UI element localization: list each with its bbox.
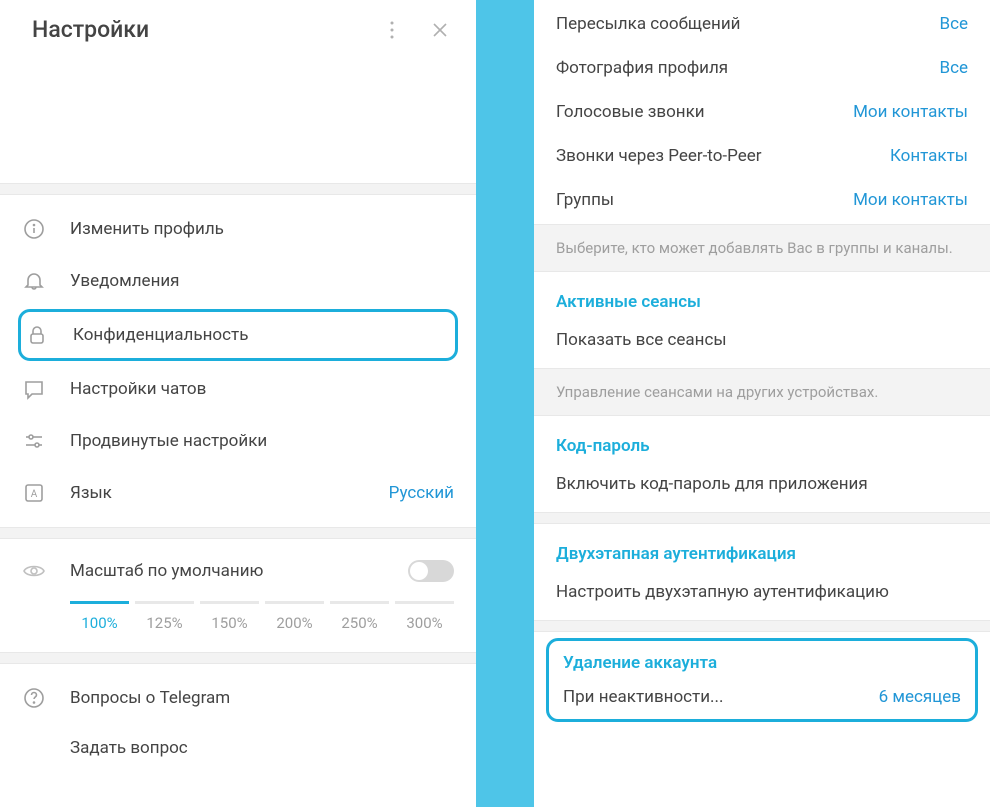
row-value: Контакты	[890, 146, 968, 166]
menu-label: Изменить профиль	[58, 219, 454, 239]
scale-row: Масштаб по умолчанию	[0, 539, 476, 601]
scale-option[interactable]: 250%	[330, 614, 389, 632]
menu-ask-question[interactable]: Задать вопрос	[0, 724, 476, 772]
scale-bar	[135, 601, 194, 604]
menu-advanced[interactable]: Продвинутые настройки	[0, 415, 476, 467]
sessions-hint: Управление сеансами на других устройства…	[534, 368, 990, 416]
privacy-forwarding[interactable]: Пересылка сообщений Все	[534, 2, 990, 46]
divider	[0, 527, 476, 539]
lock-icon	[25, 323, 61, 347]
settings-title: Настройки	[32, 16, 380, 43]
menu-language[interactable]: A Язык Русский	[0, 467, 476, 519]
two-step-header: Двухэтапная аутентификация	[534, 524, 990, 572]
settings-header: Настройки	[0, 0, 476, 59]
privacy-profile-photo[interactable]: Фотография профиля Все	[534, 46, 990, 90]
setup-two-step[interactable]: Настроить двухэтапную аутентификацию	[534, 572, 990, 620]
privacy-voice-calls[interactable]: Голосовые звонки Мои контакты	[534, 90, 990, 134]
svg-text:A: A	[31, 489, 38, 500]
scale-bar	[395, 601, 454, 604]
scale-toggle[interactable]	[408, 560, 454, 582]
menu-label: Конфиденциальность	[61, 325, 451, 345]
passcode-header: Код-пароль	[534, 416, 990, 464]
scale-bar	[200, 601, 259, 604]
scale-bar	[330, 601, 389, 604]
settings-menu: Изменить профиль Уведомления Конфиденциа…	[0, 195, 476, 527]
sessions-section: Активные сеансы Показать все сеансы	[534, 272, 990, 368]
language-value: Русский	[389, 483, 454, 503]
info-icon	[22, 217, 58, 241]
eye-icon	[22, 559, 58, 583]
groups-hint: Выберите, кто может добавлять Вас в груп…	[534, 224, 990, 272]
bell-icon	[22, 269, 58, 293]
chat-icon	[22, 377, 58, 401]
help-icon	[22, 686, 58, 710]
row-label: Фотография профиля	[556, 58, 939, 78]
menu-privacy[interactable]: Конфиденциальность	[18, 309, 458, 361]
menu-label: Уведомления	[58, 271, 454, 291]
scale-option[interactable]: 200%	[265, 614, 324, 632]
more-icon[interactable]	[380, 18, 404, 42]
menu-notifications[interactable]: Уведомления	[0, 255, 476, 307]
close-icon[interactable]	[428, 18, 452, 42]
show-all-sessions[interactable]: Показать все сеансы	[534, 320, 990, 368]
two-step-section: Двухэтапная аутентификация Настроить дву…	[534, 524, 990, 620]
privacy-list: Пересылка сообщений Все Фотография профи…	[534, 0, 990, 224]
menu-label: Настройки чатов	[58, 379, 454, 399]
divider	[0, 183, 476, 195]
row-label: Звонки через Peer-to-Peer	[556, 146, 890, 166]
sliders-icon	[22, 429, 58, 453]
row-label: Группы	[556, 190, 853, 210]
row-value: Все	[939, 14, 968, 34]
sessions-header: Активные сеансы	[534, 272, 990, 320]
row-value: Мои контакты	[853, 102, 968, 122]
profile-area	[0, 59, 476, 183]
privacy-groups[interactable]: Группы Мои контакты	[534, 178, 990, 222]
row-value: Мои контакты	[853, 190, 968, 210]
row-label: Пересылка сообщений	[556, 14, 939, 34]
scale-option[interactable]: 150%	[200, 614, 259, 632]
header-actions	[380, 18, 452, 42]
delete-account-header: Удаление аккаунта	[549, 641, 975, 677]
settings-panel: Настройки Изменить профиль Уведомления	[0, 0, 476, 807]
delete-account-section: Удаление аккаунта При неактивности... 6 …	[546, 638, 978, 722]
scale-section: Масштаб по умолчанию 100% 125% 150% 200%…	[0, 539, 476, 652]
scale-bar	[265, 601, 324, 604]
row-label: Голосовые звонки	[556, 102, 853, 122]
language-icon: A	[22, 481, 58, 505]
row-label: При неактивности...	[563, 687, 879, 707]
menu-label: Вопросы о Telegram	[58, 688, 454, 708]
enable-passcode[interactable]: Включить код-пароль для приложения	[534, 464, 990, 512]
scale-option[interactable]: 300%	[395, 614, 454, 632]
scale-bars[interactable]	[0, 601, 476, 604]
passcode-section: Код-пароль Включить код-пароль для прило…	[534, 416, 990, 512]
menu-label: Продвинутые настройки	[58, 431, 454, 451]
menu-faq[interactable]: Вопросы о Telegram	[0, 672, 476, 724]
menu-label: Задать вопрос	[58, 738, 454, 758]
help-section: Вопросы о Telegram Задать вопрос	[0, 664, 476, 780]
menu-chat-settings[interactable]: Настройки чатов	[0, 363, 476, 415]
scale-options: 100% 125% 150% 200% 250% 300%	[0, 604, 476, 652]
row-value: 6 месяцев	[879, 687, 961, 707]
delete-inactive-row[interactable]: При неактивности... 6 месяцев	[549, 677, 975, 713]
menu-edit-profile[interactable]: Изменить профиль	[0, 203, 476, 255]
divider	[534, 620, 990, 632]
scale-option[interactable]: 100%	[70, 614, 129, 632]
menu-label: Язык	[58, 483, 389, 503]
row-value: Все	[939, 58, 968, 78]
scale-bar	[70, 601, 129, 604]
privacy-panel: Пересылка сообщений Все Фотография профи…	[534, 0, 990, 807]
scale-label: Масштаб по умолчанию	[58, 561, 408, 581]
divider	[534, 512, 990, 524]
divider	[0, 652, 476, 664]
privacy-p2p-calls[interactable]: Звонки через Peer-to-Peer Контакты	[534, 134, 990, 178]
scale-option[interactable]: 125%	[135, 614, 194, 632]
